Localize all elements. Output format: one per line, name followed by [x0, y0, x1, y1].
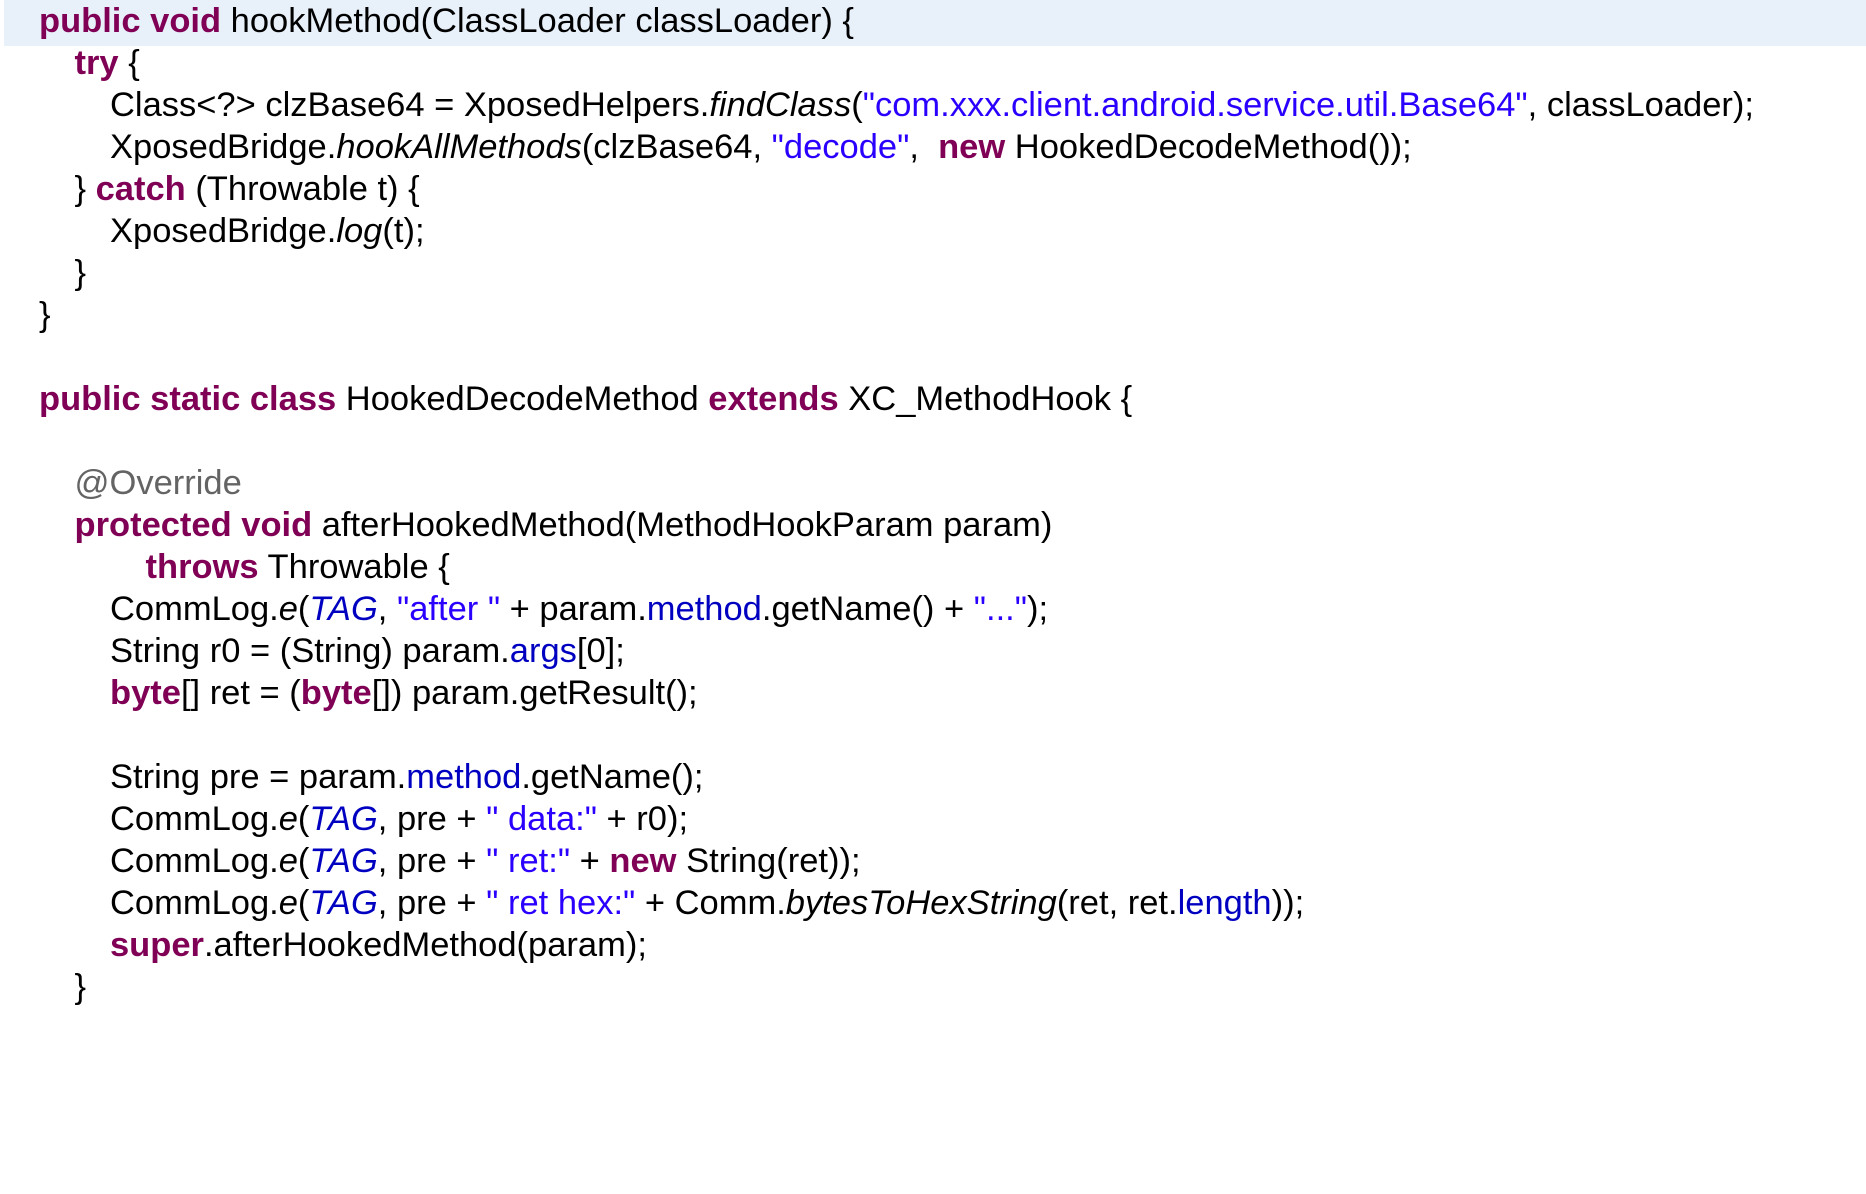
- static-field-token: TAG: [309, 884, 378, 922]
- code-token: , pre +: [377, 800, 487, 838]
- string-literal-token: "...": [973, 590, 1027, 628]
- code-token: }: [74, 968, 87, 1006]
- static-field-token: TAG: [309, 842, 378, 880]
- code-token: }: [39, 296, 51, 334]
- string-literal-token: " ret hex:": [486, 884, 636, 922]
- keyword-token: byte: [110, 674, 181, 712]
- static-method-token: e: [278, 842, 298, 880]
- static-method-token: bytesToHexString: [785, 884, 1057, 922]
- static-method-token: findClass: [709, 86, 852, 124]
- code-token: String pre = param.: [110, 758, 407, 796]
- code-editor[interactable]: public void hookMethod(ClassLoader class…: [0, 0, 1866, 1194]
- code-line[interactable]: }: [0, 962, 1866, 1012]
- code-token: }: [74, 170, 96, 208]
- code-token: CommLog.: [110, 842, 279, 880]
- code-token: , classLoader);: [1527, 86, 1754, 124]
- code-token: Class<?> clzBase64 = XposedHelpers.: [110, 86, 710, 124]
- code-token: (: [297, 842, 310, 880]
- code-token: Throwable {: [258, 548, 450, 586]
- static-method-token: e: [278, 590, 298, 628]
- code-token: + r0);: [596, 800, 689, 838]
- code-token: }: [74, 254, 87, 292]
- code-token: HookedDecodeMethod());: [1005, 128, 1412, 166]
- code-token: HookedDecodeMethod: [336, 380, 709, 418]
- string-literal-token: "decode": [771, 128, 910, 166]
- code-token: (clzBase64,: [581, 128, 772, 166]
- code-token: .getName() +: [761, 590, 974, 628]
- code-token: String r0 = (String) param.: [110, 632, 510, 670]
- keyword-token: catch: [95, 170, 186, 208]
- keyword-token: super: [110, 926, 204, 964]
- code-token: + Comm.: [635, 884, 786, 922]
- keyword-token: byte: [300, 674, 372, 712]
- code-token: CommLog.: [110, 800, 279, 838]
- static-field-token: TAG: [309, 590, 378, 628]
- keyword-token: throws: [145, 548, 259, 586]
- string-literal-token: " data:": [486, 800, 597, 838]
- code-token: hookMethod(ClassLoader classLoader) {: [221, 2, 854, 40]
- keyword-token: try: [74, 44, 119, 82]
- code-token: XposedBridge.: [110, 128, 337, 166]
- code-token: .afterHookedMethod(param);: [203, 926, 647, 964]
- code-token: String(ret));: [676, 842, 861, 880]
- field-token: args: [509, 632, 577, 670]
- string-literal-token: "after ": [396, 590, 501, 628]
- code-token: CommLog.: [110, 884, 279, 922]
- keyword-token: new: [609, 842, 677, 880]
- keyword-token: public void: [39, 2, 222, 40]
- keyword-token: extends: [708, 380, 839, 418]
- code-token: ));: [1271, 884, 1305, 922]
- code-token: , pre +: [377, 884, 487, 922]
- code-token: []) param.getResult();: [371, 674, 698, 712]
- string-literal-token: " ret:": [486, 842, 571, 880]
- code-token: (t);: [382, 212, 425, 250]
- string-literal-token: "com.xxx.client.android.service.util.Bas…: [862, 86, 1528, 124]
- code-token: XposedBridge.: [110, 212, 337, 250]
- static-method-token: log: [336, 212, 383, 250]
- keyword-token: public static class: [39, 380, 337, 418]
- code-token: CommLog.: [110, 590, 279, 628]
- code-token: ,: [909, 128, 939, 166]
- static-method-token: e: [278, 884, 298, 922]
- code-token: , pre +: [377, 842, 487, 880]
- static-method-token: hookAllMethods: [336, 128, 582, 166]
- keyword-token: new: [938, 128, 1006, 166]
- code-line-content: }: [75, 962, 87, 1012]
- static-field-token: TAG: [309, 800, 378, 838]
- code-token: (: [851, 86, 863, 124]
- code-token: + param.: [500, 590, 647, 628]
- code-token: {: [118, 44, 140, 82]
- code-token: (Throwable t) {: [185, 170, 420, 208]
- code-token: (: [297, 590, 310, 628]
- code-token: [] ret = (: [180, 674, 301, 712]
- code-token: XC_MethodHook {: [838, 380, 1133, 418]
- code-token: (: [297, 884, 310, 922]
- static-method-token: e: [278, 800, 298, 838]
- annotation-token: @Override: [74, 464, 242, 502]
- field-token: length: [1177, 884, 1272, 922]
- keyword-token: protected void: [74, 506, 313, 544]
- field-token: method: [406, 758, 522, 796]
- code-token: );: [1027, 590, 1049, 628]
- code-token: [0];: [576, 632, 625, 670]
- code-token: .getName();: [521, 758, 704, 796]
- code-token: ,: [377, 590, 397, 628]
- code-token: afterHookedMethod(MethodHookParam param): [312, 506, 1053, 544]
- field-token: method: [646, 590, 762, 628]
- code-token: (ret, ret.: [1056, 884, 1178, 922]
- code-token: (: [297, 800, 310, 838]
- code-token: +: [570, 842, 610, 880]
